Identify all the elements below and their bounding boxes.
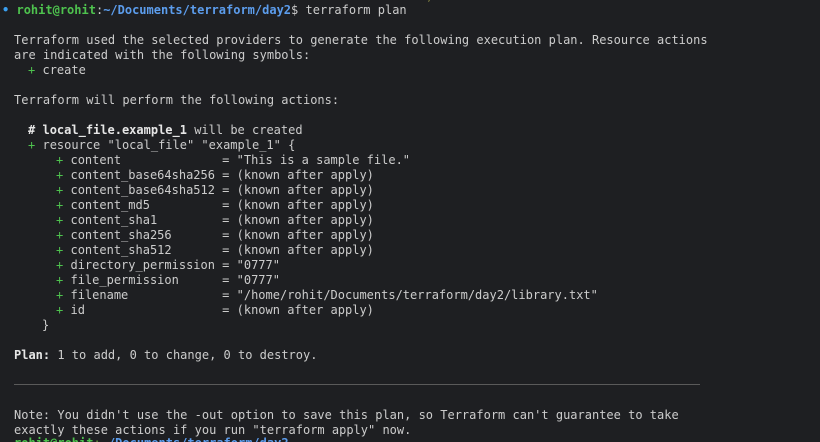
attribute-line: + content_sha512 = (known after apply) xyxy=(56,243,374,258)
attribute-line: + id = (known after apply) xyxy=(56,303,374,318)
plus-symbol: + xyxy=(56,168,64,182)
next-prompt-user-host: rohit@rohit xyxy=(14,436,93,442)
attribute-line: + content = "This is a sample file." xyxy=(56,153,410,168)
attribute-text: directory_permission = "0777" xyxy=(70,258,280,272)
attribute-line: + content_md5 = (known after apply) xyxy=(56,198,374,213)
actions-header: Terraform will perform the following act… xyxy=(14,93,340,107)
plus-symbol: + xyxy=(56,213,64,227)
resource-address: local_file.example_1 xyxy=(42,123,187,137)
prompt-user-host: rohit@rohit xyxy=(16,3,96,17)
attribute-text: id = (known after apply) xyxy=(70,303,374,317)
plus-symbol: + xyxy=(56,288,64,302)
resource-closing-brace: } xyxy=(42,318,50,332)
attribute-line: + directory_permission = "0777" xyxy=(56,258,280,273)
plus-symbol: + xyxy=(56,258,64,272)
intro-line-2: are indicated with the following symbols… xyxy=(14,48,311,62)
attribute-text: filename = "/home/rohit/Documents/terraf… xyxy=(70,288,598,302)
prompt-command: terraform plan xyxy=(305,3,407,17)
resource-status: will be created xyxy=(194,123,303,137)
attribute-text: file_permission = "0777" xyxy=(70,273,280,287)
plus-symbol: + xyxy=(56,183,64,197)
plus-symbol: + xyxy=(56,228,64,242)
resource-comment: # local_file.example_1 will be created xyxy=(28,123,303,138)
plus-symbol: + xyxy=(28,138,36,152)
attribute-line: + content_base64sha256 = (known after ap… xyxy=(56,168,374,183)
attribute-text: content_md5 = (known after apply) xyxy=(70,198,374,212)
plus-symbol: + xyxy=(56,153,64,167)
attribute-line: + file_permission = "0777" xyxy=(56,273,280,288)
output-separator xyxy=(14,384,700,385)
create-symbol: + xyxy=(28,63,36,77)
legend-line: + create xyxy=(28,63,86,78)
attribute-text: content_sha256 = (known after apply) xyxy=(70,228,374,242)
attribute-line: + content_sha256 = (known after apply) xyxy=(56,228,374,243)
attribute-line: + content_base64sha512 = (known after ap… xyxy=(56,183,374,198)
attribute-text: content_base64sha256 = (known after appl… xyxy=(70,168,374,182)
next-prompt-path: ~/Documents/terraform/day2 xyxy=(101,436,289,442)
attribute-text: content_base64sha512 = (known after appl… xyxy=(70,183,374,197)
resource-declaration-line: + resource "local_file" "example_1" { xyxy=(28,138,295,153)
terminal-window[interactable]: ) • rohit@rohit:~/Documents/terraform/da… xyxy=(0,0,820,442)
plus-symbol: + xyxy=(56,303,64,317)
plus-symbol: + xyxy=(56,243,64,257)
prompt-line: • rohit@rohit:~/Documents/terraform/day2… xyxy=(2,3,407,18)
intro-line-1: Terraform used the selected providers to… xyxy=(14,33,708,47)
attribute-line: + filename = "/home/rohit/Documents/terr… xyxy=(56,288,598,303)
plan-label: Plan: xyxy=(14,348,51,362)
plan-counts: 1 to add, 0 to change, 0 to destroy. xyxy=(57,348,318,362)
next-prompt-fragment: rohit@rohit:~/Documents/terraform/day2 xyxy=(14,436,289,442)
plus-symbol: + xyxy=(56,198,64,212)
comment-hash: # xyxy=(28,123,36,137)
attribute-text: content_sha512 = (known after apply) xyxy=(70,243,374,257)
create-label: create xyxy=(42,63,86,77)
resource-declaration: resource "local_file" "example_1" { xyxy=(42,138,296,152)
previous-output-fragment: ) xyxy=(426,0,433,4)
prompt-path: ~/Documents/terraform/day2 xyxy=(103,3,292,17)
note-line-1: Note: You didn't use the -out option to … xyxy=(14,408,679,422)
plus-symbol: + xyxy=(56,273,64,287)
prompt-indicator-icon: • xyxy=(2,3,10,17)
plan-summary: Plan: 1 to add, 0 to change, 0 to destro… xyxy=(14,348,317,363)
prompt-symbol: $ xyxy=(291,3,299,17)
attribute-line: + content_sha1 = (known after apply) xyxy=(56,213,374,228)
attribute-text: content = "This is a sample file." xyxy=(70,153,411,167)
next-prompt-separator: : xyxy=(93,436,100,442)
attribute-text: content_sha1 = (known after apply) xyxy=(70,213,374,227)
